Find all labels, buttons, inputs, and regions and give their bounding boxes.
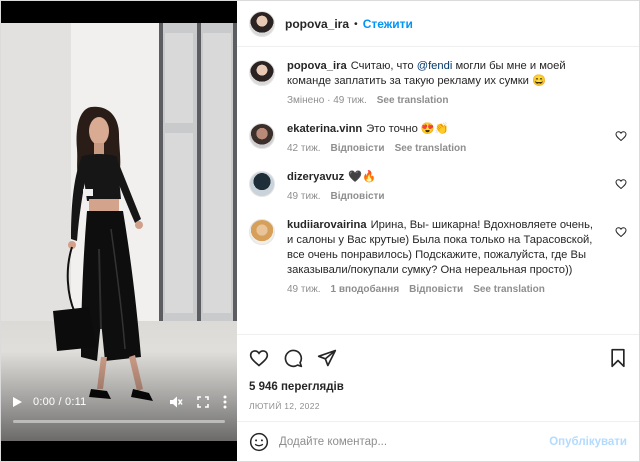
avatar[interactable] <box>249 219 275 245</box>
likes-count[interactable]: 1 вподобання <box>331 284 400 295</box>
post-date: лютий 12, 2022 <box>249 401 320 411</box>
comments-list: popova_ira Считаю, что @fendi могли бы мн… <box>237 47 639 334</box>
caption-prefix: Считаю, что <box>350 60 417 72</box>
caption-text: popova_ira Считаю, что @fendi могли бы мн… <box>287 59 599 89</box>
post-actions: 5 946 переглядів лютий 12, 2022 <box>237 334 639 411</box>
reply-button[interactable]: Відповісти <box>331 191 385 202</box>
reply-button[interactable]: Відповісти <box>331 143 385 154</box>
caption: popova_ira Считаю, что @fendi могли бы мн… <box>249 59 627 106</box>
comment-body: 🖤🔥 <box>348 171 377 183</box>
comment-item: dizeryavuz 🖤🔥 49 тиж. Відповісти <box>249 170 627 202</box>
heart-icon[interactable] <box>249 348 269 368</box>
comment-body: Это точно 😍👏 <box>366 123 449 135</box>
window-pane <box>165 33 193 123</box>
edited-text: Змінено <box>287 95 325 106</box>
comment-username[interactable]: kudiiarovairina <box>287 219 367 231</box>
emoji-icon[interactable] <box>249 432 269 452</box>
avatar[interactable] <box>249 171 275 197</box>
comment-username[interactable]: ekaterina.vinn <box>287 123 362 135</box>
comment-meta: 49 тиж. Відповісти <box>287 191 599 202</box>
comment-item: kudiiarovairina Ирина, Вы- шикарна! Вдохн… <box>249 218 627 295</box>
bookmark-icon[interactable] <box>609 348 627 368</box>
comment-text: dizeryavuz 🖤🔥 <box>287 170 599 185</box>
avatar[interactable] <box>249 60 275 86</box>
comment-meta: 49 тиж. 1 вподобання Відповісти See tran… <box>287 284 599 295</box>
fullscreen-icon[interactable] <box>197 396 209 408</box>
video-progress-bar[interactable] <box>13 420 225 423</box>
comment-input[interactable] <box>279 435 550 448</box>
see-translation-link[interactable]: See translation <box>395 143 467 154</box>
backdrop-window <box>159 23 237 323</box>
comment-time: 49 тиж. <box>287 284 321 295</box>
separator-dot: • <box>354 17 358 30</box>
video-player[interactable]: 0:00 / 0:11 <box>1 1 237 461</box>
video-controls: 0:00 / 0:11 <box>1 387 237 417</box>
share-icon[interactable] <box>317 348 337 368</box>
mute-icon[interactable] <box>169 395 183 409</box>
more-icon[interactable] <box>223 395 227 409</box>
post-sidebar: popova_ira • Стежити popova_ira Считаю, ч… <box>237 1 639 461</box>
window-frame <box>197 23 201 323</box>
caption-time: 49 тиж. <box>333 95 367 106</box>
action-icons <box>249 345 627 371</box>
mention-link[interactable]: @fendi <box>417 60 453 72</box>
comment-like-icon[interactable] <box>615 130 627 142</box>
edited-label: Змінено · 49 тиж. <box>287 95 367 106</box>
comment-time: 49 тиж. <box>287 191 321 202</box>
play-icon[interactable] <box>11 396 23 408</box>
window-pane <box>203 33 231 313</box>
time-separator: / <box>55 396 65 408</box>
comment-like-icon[interactable] <box>615 226 627 238</box>
reply-button[interactable]: Відповісти <box>409 284 463 295</box>
comment-composer: Опублікувати <box>237 421 639 461</box>
avatar[interactable] <box>249 10 275 37</box>
avatar[interactable] <box>249 123 275 149</box>
author-username[interactable]: popova_ira <box>285 17 349 31</box>
post-header: popova_ira • Стежити <box>237 1 639 47</box>
see-translation-link[interactable]: See translation <box>377 95 449 106</box>
post-dialog: 0:00 / 0:11 popova_ira • Стежити popova_… <box>0 0 640 462</box>
follow-button[interactable]: Стежити <box>363 17 413 31</box>
view-count[interactable]: 5 946 переглядів <box>249 381 627 393</box>
video-frame[interactable] <box>1 23 237 441</box>
time-total: 0:11 <box>65 396 87 408</box>
comment-icon[interactable] <box>283 348 303 368</box>
window-pane <box>165 133 193 313</box>
caption-username[interactable]: popova_ira <box>287 60 347 72</box>
publish-button[interactable]: Опублікувати <box>549 436 627 448</box>
comment-like-icon[interactable] <box>615 178 627 190</box>
comment-text: kudiiarovairina Ирина, Вы- шикарна! Вдохн… <box>287 218 599 278</box>
comment-time: 42 тиж. <box>287 143 321 154</box>
time-current: 0:00 <box>33 396 56 408</box>
video-time: 0:00 / 0:11 <box>33 396 86 408</box>
see-translation-link[interactable]: See translation <box>473 284 545 295</box>
comment-text: ekaterina.vinn Это точно 😍👏 <box>287 122 599 137</box>
caption-meta: Змінено · 49 тиж. See translation <box>287 95 599 106</box>
comment-item: ekaterina.vinn Это точно 😍👏 42 тиж. Відпо… <box>249 122 627 154</box>
comment-username[interactable]: dizeryavuz <box>287 171 344 183</box>
comment-meta: 42 тиж. Відповісти See translation <box>287 143 599 154</box>
